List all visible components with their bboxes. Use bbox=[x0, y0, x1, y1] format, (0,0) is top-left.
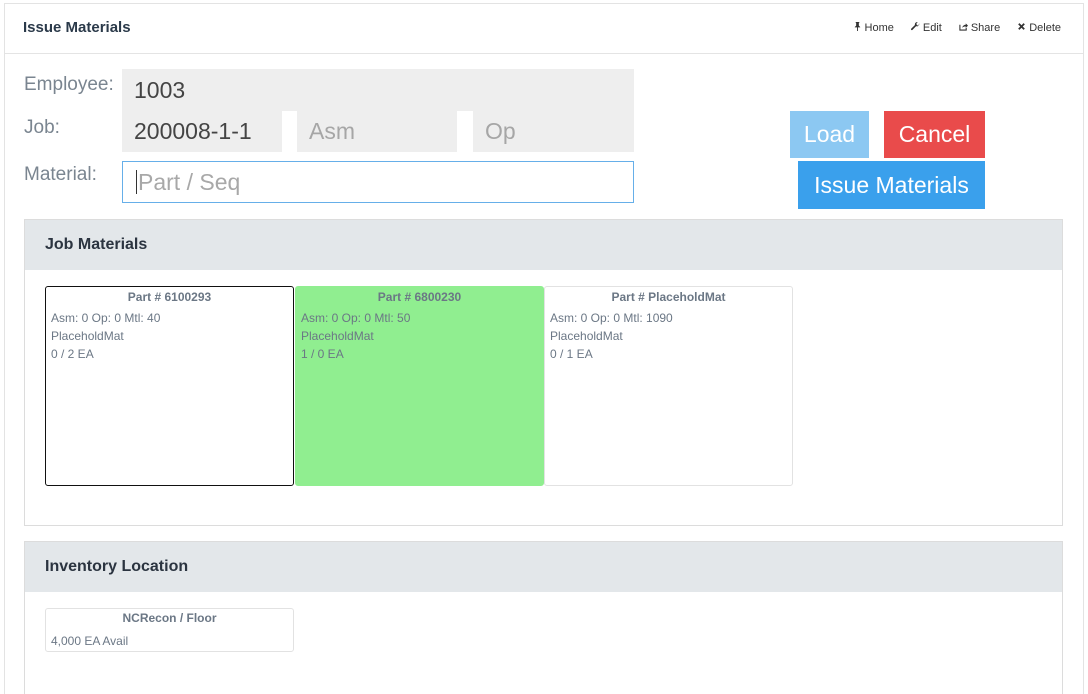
location-card-title: NCRecon / Floor bbox=[122, 611, 217, 625]
material-card-quantity: 0 / 2 EA bbox=[51, 347, 94, 361]
location-card-availability: 4,000 EA Avail bbox=[51, 634, 129, 648]
header-actions: Home Edit Share Delete bbox=[853, 22, 1061, 34]
material-placeholder: Part / Seq bbox=[138, 168, 241, 195]
pin-icon bbox=[853, 22, 862, 34]
material-card-assembly: Asm: 0 Op: 0 Mtl: 1090 bbox=[550, 311, 673, 325]
job-label: Job: bbox=[24, 117, 60, 138]
inventory-location-heading: Inventory Location bbox=[25, 542, 1062, 592]
material-card-description: PlaceholdMat bbox=[301, 329, 374, 343]
employee-field[interactable]: 1003 bbox=[122, 69, 634, 111]
home-button[interactable]: Home bbox=[853, 22, 894, 34]
cancel-button[interactable]: Cancel bbox=[884, 111, 985, 158]
page-title: Issue Materials bbox=[23, 19, 131, 36]
material-card-description: PlaceholdMat bbox=[51, 329, 124, 343]
material-card-title: Part # 6100293 bbox=[127, 290, 212, 304]
location-card[interactable]: NCRecon / Floor 4,000 EA Avail bbox=[45, 608, 294, 652]
issue-materials-button[interactable]: Issue Materials bbox=[798, 161, 985, 209]
op-field[interactable]: Op bbox=[473, 111, 634, 152]
delete-button[interactable]: Delete bbox=[1017, 22, 1061, 34]
asm-field[interactable]: Asm bbox=[297, 111, 457, 152]
job-materials-panel: Job Materials Part # 6100293 Asm: 0 Op: … bbox=[24, 219, 1063, 526]
share-label: Share bbox=[970, 22, 1001, 34]
material-card-assembly: Asm: 0 Op: 0 Mtl: 40 bbox=[51, 311, 161, 325]
material-card-title: Part # PlaceholdMat bbox=[611, 290, 726, 304]
wrench-icon bbox=[910, 22, 920, 34]
text-caret bbox=[136, 170, 137, 194]
employee-label: Employee: bbox=[24, 74, 114, 95]
material-card[interactable]: Part # 6100293 Asm: 0 Op: 0 Mtl: 40 Plac… bbox=[45, 286, 294, 486]
material-card-quantity: 0 / 1 EA bbox=[550, 347, 593, 361]
inventory-location-panel: Inventory Location NCRecon / Floor 4,000… bbox=[24, 541, 1063, 694]
material-label: Material: bbox=[24, 164, 97, 185]
home-label: Home bbox=[864, 22, 894, 34]
edit-button[interactable]: Edit bbox=[910, 22, 942, 34]
share-icon bbox=[959, 22, 968, 34]
edit-label: Edit bbox=[922, 22, 942, 34]
material-card-assembly: Asm: 0 Op: 0 Mtl: 50 bbox=[301, 311, 411, 325]
app-frame: Issue Materials Home Edit Share Delete E… bbox=[4, 3, 1084, 694]
close-icon bbox=[1017, 22, 1026, 34]
job-field[interactable]: 200008-1-1 bbox=[122, 111, 282, 152]
material-card-quantity: 1 / 0 EA bbox=[301, 347, 344, 361]
top-bar: Issue Materials Home Edit Share Delete bbox=[5, 4, 1083, 54]
material-card-description: PlaceholdMat bbox=[550, 329, 623, 343]
delete-label: Delete bbox=[1029, 22, 1061, 34]
material-input[interactable]: Part / Seq bbox=[122, 161, 634, 203]
load-button[interactable]: Load bbox=[790, 111, 869, 158]
material-card[interactable]: Part # PlaceholdMat Asm: 0 Op: 0 Mtl: 10… bbox=[544, 286, 793, 486]
material-card-title: Part # 6800230 bbox=[377, 290, 462, 304]
job-materials-heading: Job Materials bbox=[25, 220, 1062, 270]
share-button[interactable]: Share bbox=[959, 22, 1000, 34]
material-card[interactable]: Part # 6800230 Asm: 0 Op: 0 Mtl: 50 Plac… bbox=[295, 286, 544, 486]
